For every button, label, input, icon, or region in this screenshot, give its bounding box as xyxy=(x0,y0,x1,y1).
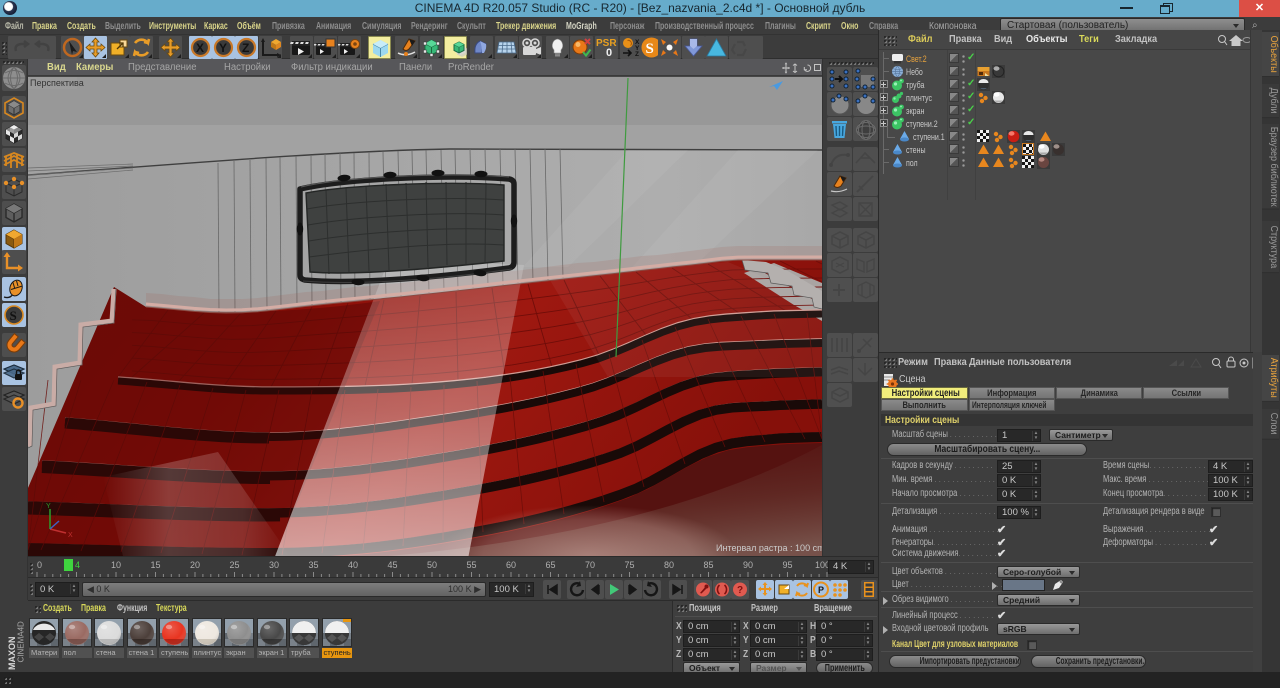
svg-text:35: 35 xyxy=(308,560,318,570)
svg-text:40: 40 xyxy=(348,560,358,570)
svg-text:Перспектива: Перспектива xyxy=(30,78,84,88)
svg-text:10: 10 xyxy=(111,560,121,570)
svg-text:Интервал растра : 100 cm: Интервал растра : 100 cm xyxy=(716,543,822,553)
svg-text:25: 25 xyxy=(229,560,239,570)
svg-text:Y: Y xyxy=(219,41,227,55)
svg-text:X: X xyxy=(68,532,73,539)
svg-text:75: 75 xyxy=(624,560,634,570)
svg-text:100: 100 xyxy=(815,560,828,570)
svg-text:95: 95 xyxy=(782,560,792,570)
svg-text:?: ? xyxy=(737,585,743,596)
svg-text:Z: Z xyxy=(242,41,249,55)
svg-text:X: X xyxy=(196,41,204,55)
svg-text:0: 0 xyxy=(606,47,612,59)
svg-text:20: 20 xyxy=(190,560,200,570)
svg-text:80: 80 xyxy=(664,560,674,570)
svg-text:90: 90 xyxy=(743,560,753,570)
svg-text:S: S xyxy=(10,308,17,323)
svg-text:45: 45 xyxy=(387,560,397,570)
svg-text:S: S xyxy=(646,41,654,57)
svg-text:15: 15 xyxy=(150,560,160,570)
svg-text:55: 55 xyxy=(466,560,476,570)
svg-text:50: 50 xyxy=(427,560,437,570)
svg-text:70: 70 xyxy=(585,560,595,570)
svg-text:0: 0 xyxy=(37,560,42,570)
svg-text:Z: Z xyxy=(635,51,639,58)
svg-text:30: 30 xyxy=(269,560,279,570)
svg-text:60: 60 xyxy=(506,560,516,570)
svg-text:4: 4 xyxy=(75,560,80,570)
svg-text:Y: Y xyxy=(46,503,51,510)
svg-text:65: 65 xyxy=(545,560,555,570)
svg-text:P: P xyxy=(818,585,824,595)
svg-text:85: 85 xyxy=(703,560,713,570)
